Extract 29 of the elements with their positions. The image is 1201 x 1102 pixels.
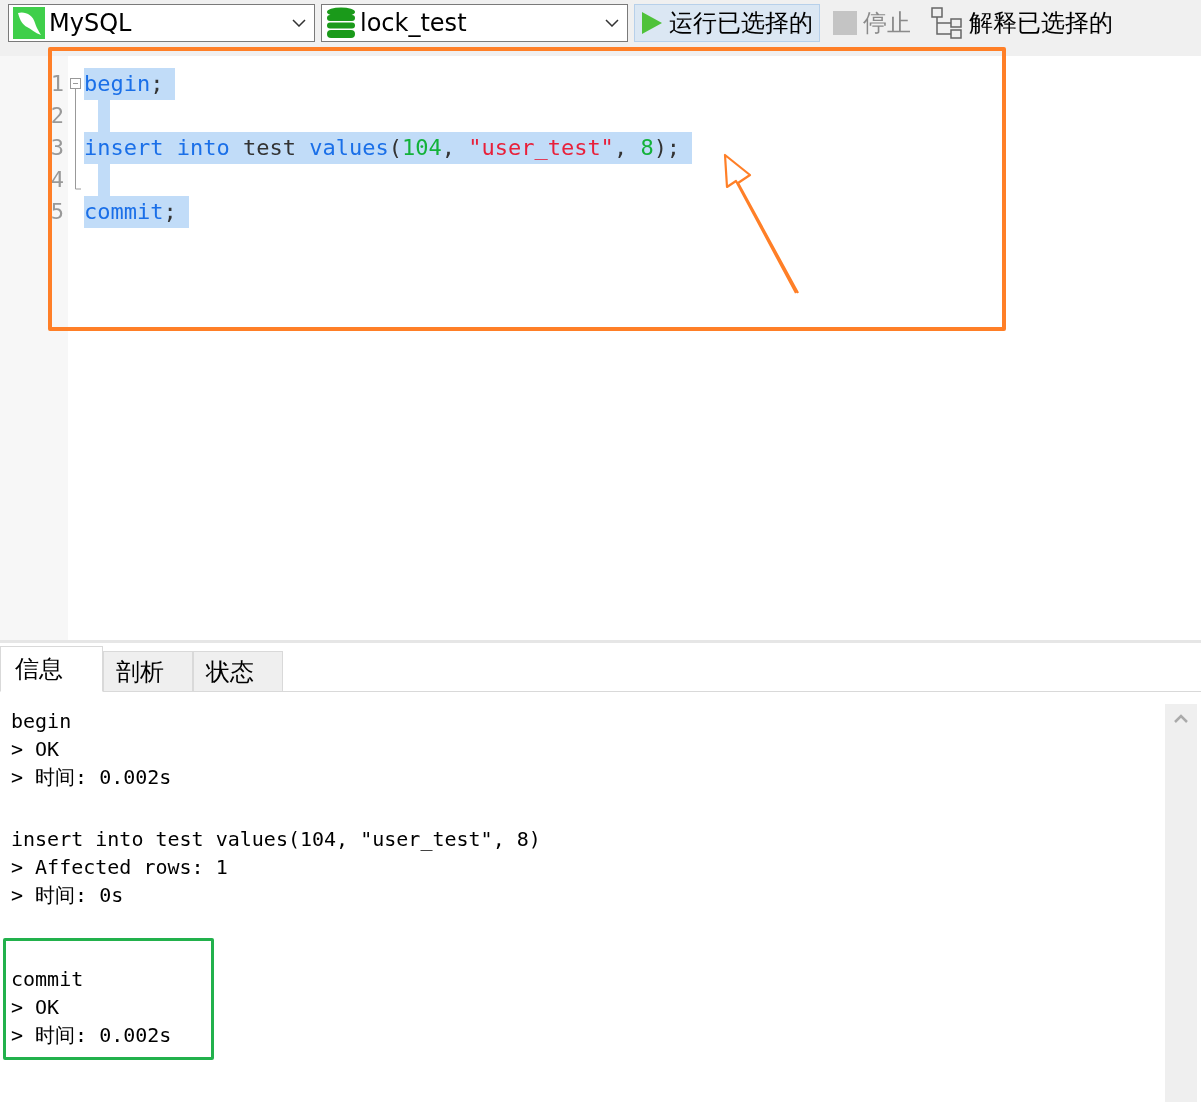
log-line: > 时间: 0.002s (11, 1022, 172, 1049)
stop-icon (833, 11, 857, 35)
log-line: > 时间: 0.002s (11, 764, 172, 791)
line-number: 4 (50, 166, 65, 194)
database-select[interactable]: lock_test (321, 4, 628, 42)
log-line: begin (11, 708, 73, 735)
log-line: > 时间: 0s (11, 882, 125, 909)
run-button[interactable]: 运行已选择的 (634, 4, 820, 42)
chevron-down-icon (605, 19, 619, 27)
scrollbar[interactable] (1165, 704, 1197, 1102)
line-number: 5 (50, 198, 65, 226)
log-line: > Affected rows: 1 (11, 854, 229, 881)
output-tab[interactable]: 信息 (0, 646, 103, 692)
database-icon (326, 7, 356, 39)
line-number: 1 (50, 70, 65, 98)
chevron-down-icon (292, 19, 306, 27)
log-line: > OK (11, 736, 61, 763)
line-number: 2 (50, 102, 65, 130)
play-icon (641, 11, 663, 35)
scroll-up-icon[interactable] (1174, 714, 1188, 723)
log-line: > OK (11, 994, 61, 1021)
explain-button[interactable]: 解释已选择的 (924, 4, 1120, 42)
line-number: 3 (50, 134, 65, 162)
connection-select[interactable]: MySQL (8, 4, 315, 42)
log-line: insert into test values(104, "user_test", 8) (11, 826, 541, 853)
tree-icon (931, 7, 963, 39)
log-line: commit (11, 966, 85, 993)
output-tab[interactable]: 剖析 (103, 651, 193, 691)
output-tab[interactable]: 状态 (193, 651, 283, 691)
